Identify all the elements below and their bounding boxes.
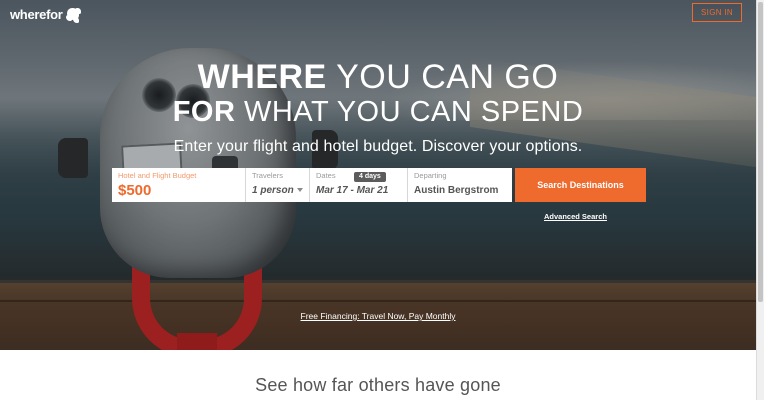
wherefor-logo[interactable]: wherefor: [10, 6, 81, 22]
advanced-search-link[interactable]: Advanced Search: [544, 212, 607, 221]
financing-link[interactable]: Free Financing: Travel Now, Pay Monthly: [0, 311, 756, 321]
sign-in-button[interactable]: SIGN IN: [692, 3, 742, 22]
budget-label: Hotel and Flight Budget: [118, 171, 197, 180]
departing-field[interactable]: Departing Austin Bergstrom: [408, 168, 512, 202]
headline-line-1: WHERE YOU CAN GO: [0, 60, 756, 94]
dates-value: Mar 17 - Mar 21: [316, 185, 389, 196]
chevron-down-icon: [297, 188, 303, 192]
travelers-value: 1 person: [252, 185, 294, 196]
budget-value: $500: [118, 182, 152, 199]
departing-label: Departing: [414, 171, 447, 180]
headline-line-1-bold: WHERE: [197, 58, 327, 96]
logo-text: wherefor: [10, 6, 63, 22]
hero-headline: WHERE YOU CAN GO FOR WHAT YOU CAN SPEND: [0, 60, 756, 129]
search-destinations-button[interactable]: Search Destinations: [515, 168, 646, 202]
search-form: Hotel and Flight Budget $500 Travelers 1…: [112, 168, 512, 202]
splat-icon: [65, 6, 81, 22]
travelers-select[interactable]: Travelers 1 person: [246, 168, 310, 202]
departing-value: Austin Bergstrom: [414, 185, 499, 196]
headline-line-1-rest: YOU CAN GO: [326, 58, 559, 96]
budget-field[interactable]: Hotel and Flight Budget $500: [112, 168, 246, 202]
headline-line-2: FOR WHAT YOU CAN SPEND: [0, 95, 756, 129]
travelers-label: Travelers: [252, 171, 283, 180]
dates-field[interactable]: Dates 4 days Mar 17 - Mar 21: [310, 168, 408, 202]
duration-badge: 4 days: [354, 172, 386, 182]
page-scrollbar[interactable]: [756, 0, 764, 400]
headline-line-2-bold: FOR: [172, 96, 236, 128]
headline-line-2-rest: WHAT YOU CAN SPEND: [235, 96, 584, 128]
hero-subline: Enter your flight and hotel budget. Disc…: [173, 138, 583, 155]
section-title: See how far others have gone: [255, 375, 501, 395]
scrollbar-thumb[interactable]: [758, 2, 763, 302]
